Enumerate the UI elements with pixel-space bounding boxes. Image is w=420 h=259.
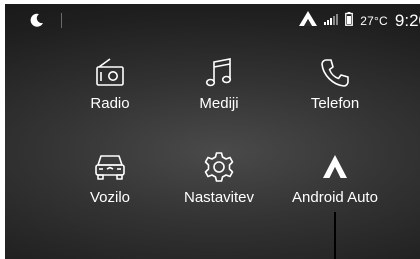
status-bar: 27°C 9:20 xyxy=(5,4,420,38)
tile-label: Vozilo xyxy=(89,189,131,206)
tile-settings[interactable]: Nastavitev xyxy=(159,147,279,217)
gear-icon xyxy=(159,147,279,187)
music-note-icon xyxy=(159,53,279,93)
tile-label: Nastavitev xyxy=(183,189,255,206)
infotainment-display: 27°C 9:20 Radio xyxy=(5,4,420,259)
android-auto-status-icon xyxy=(299,11,318,31)
tile-label: Mediji xyxy=(199,95,239,112)
tile-phone[interactable]: Telefon xyxy=(275,53,395,123)
radio-icon xyxy=(50,53,170,93)
tile-label: Radio xyxy=(90,95,130,112)
tile-vehicle[interactable]: Vozilo xyxy=(50,147,170,217)
signal-strength-icon xyxy=(324,12,339,30)
tile-android-auto[interactable]: Android Auto xyxy=(275,147,395,217)
night-mode-icon[interactable] xyxy=(29,12,45,28)
temperature-readout: 27°C xyxy=(360,14,388,28)
phone-icon xyxy=(275,53,395,93)
clock: 9:20 xyxy=(394,11,420,30)
callout-pointer-line xyxy=(334,212,336,259)
screen: 27°C 9:20 Radio xyxy=(0,0,420,259)
status-divider xyxy=(61,13,62,28)
tile-radio[interactable]: Radio xyxy=(50,53,170,123)
android-auto-icon xyxy=(275,147,395,187)
tile-label: Telefon xyxy=(310,95,360,112)
status-indicators: 27°C 9:20 xyxy=(299,10,420,32)
tile-label: Android Auto xyxy=(292,189,378,206)
car-icon xyxy=(50,147,170,187)
battery-icon xyxy=(345,11,354,31)
tile-media[interactable]: Mediji xyxy=(159,53,279,123)
